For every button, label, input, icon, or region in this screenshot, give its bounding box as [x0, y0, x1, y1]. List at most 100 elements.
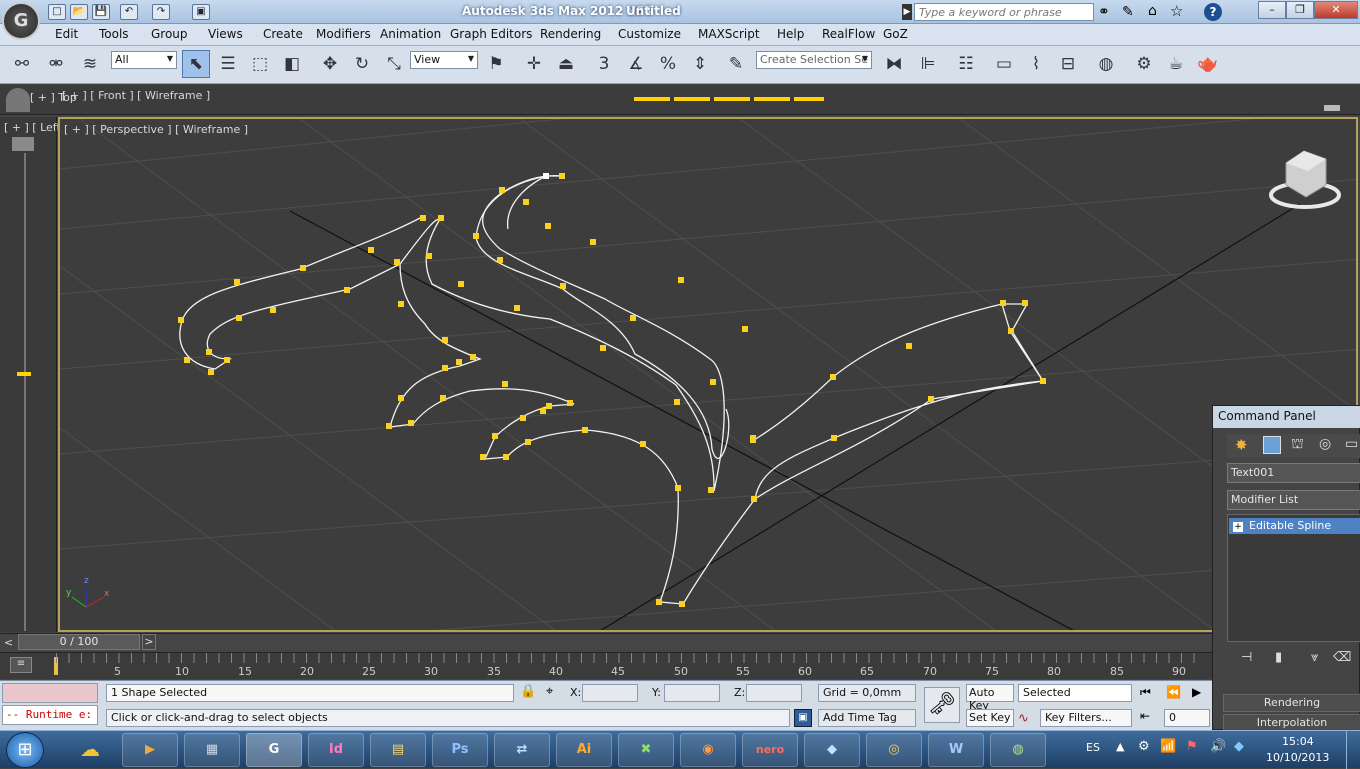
taskbar-app-chrome[interactable]: ◎: [866, 733, 922, 767]
help-icon[interactable]: ?: [1204, 3, 1222, 21]
time-slider-next-icon[interactable]: >: [142, 634, 156, 650]
maxscript-listener-input[interactable]: -- Runtime e:: [2, 705, 98, 725]
render-setup-icon[interactable]: ⚙: [1130, 50, 1158, 78]
taskbar-app-explorer[interactable]: ▤: [370, 733, 426, 767]
undo-icon[interactable]: ↶: [120, 4, 138, 20]
viewcube-top-icon[interactable]: [6, 88, 30, 112]
spline-vertices[interactable]: [178, 173, 1046, 607]
reference-coordinate-dropdown[interactable]: View: [410, 51, 478, 69]
mirror-icon[interactable]: ⧓: [880, 50, 908, 78]
close-button[interactable]: ✕: [1314, 1, 1358, 19]
left-viewport[interactable]: [ + ] [ Left: [0, 117, 61, 632]
track-bar[interactable]: ≡ 5 10 15 20 25 30 35 40 45 50 55 60 65 …: [0, 652, 1212, 679]
graphite-tools-icon[interactable]: ▭: [990, 50, 1018, 78]
rendered-frame-window-icon[interactable]: ☕: [1162, 50, 1190, 78]
menu-views[interactable]: Views: [208, 27, 243, 41]
add-time-tag-button[interactable]: Add Time Tag: [818, 709, 916, 727]
menu-maxscript[interactable]: MAXScript: [698, 27, 760, 41]
start-button[interactable]: ⊞: [6, 732, 44, 768]
pin-stack-icon[interactable]: ⊣: [1241, 650, 1252, 665]
language-indicator[interactable]: ES: [1086, 741, 1100, 754]
perspective-scene[interactable]: z x y: [60, 119, 1358, 632]
current-frame-field[interactable]: 0: [1164, 709, 1210, 727]
minimize-button[interactable]: –: [1258, 1, 1286, 19]
object-name-field[interactable]: Text001: [1227, 463, 1360, 483]
front-viewport-label[interactable]: [ + ] [ Front ] [ Wireframe ]: [62, 89, 210, 102]
redo-icon[interactable]: ↷: [152, 4, 170, 20]
key-curve-icon[interactable]: ∿: [1018, 711, 1029, 726]
stack-tools-row[interactable]: ⊣ ▮ ⩔ ⌫: [1227, 650, 1360, 668]
bind-spacewarp-icon[interactable]: ≋: [76, 50, 104, 78]
viewcube[interactable]: [1269, 150, 1341, 209]
rectangular-selection-icon[interactable]: ⬚: [246, 50, 274, 78]
z-coordinate-field[interactable]: [746, 684, 802, 702]
select-manipulate-icon[interactable]: ✛: [520, 50, 548, 78]
tray-arrow-icon[interactable]: ▲: [1116, 740, 1124, 753]
isolate-selection-icon[interactable]: ▣: [794, 709, 812, 727]
edit-named-selection-icon[interactable]: ✎: [722, 50, 750, 78]
previous-frame-icon[interactable]: ⏪: [1166, 685, 1181, 699]
clock-date[interactable]: 10/10/2013: [1266, 751, 1329, 764]
spline-text-shape[interactable]: [179, 175, 1045, 605]
maxscript-listener-top[interactable]: [2, 683, 98, 703]
auto-key-button[interactable]: Auto Key: [966, 684, 1014, 712]
taskbar-app-game[interactable]: ✖: [618, 733, 674, 767]
binoculars-icon[interactable]: ⚭: [1098, 4, 1110, 20]
menu-group[interactable]: Group: [151, 27, 188, 41]
make-unique-icon[interactable]: ⩔: [1311, 650, 1318, 665]
modify-tab-icon[interactable]: [1263, 436, 1281, 454]
select-scale-icon[interactable]: ⤡: [380, 50, 408, 78]
menu-graph-editors[interactable]: Graph Editors: [450, 27, 532, 41]
unlink-icon[interactable]: ⚮: [42, 50, 70, 78]
menu-rendering[interactable]: Rendering: [540, 27, 601, 41]
percent-snap-icon[interactable]: %: [654, 50, 682, 78]
action-center-icon[interactable]: ⚑: [1186, 739, 1198, 754]
search-expand-icon[interactable]: ▶: [902, 4, 912, 20]
taskbar-app-tool[interactable]: ◆: [804, 733, 860, 767]
taskbar-app-3dsmax[interactable]: G: [246, 733, 302, 767]
angle-snap-icon[interactable]: ∡: [622, 50, 650, 78]
new-file-icon[interactable]: □: [48, 4, 66, 20]
absolute-mode-icon[interactable]: ⌖: [546, 684, 553, 699]
stack-item-editable-spline[interactable]: + Editable Spline: [1229, 518, 1360, 534]
key-mode-dropdown[interactable]: Selected: [1018, 684, 1132, 702]
menu-modifiers[interactable]: Modifiers: [316, 27, 371, 41]
perspective-viewport[interactable]: z x y [ + ] [ Perspective ] [ Wireframe …: [58, 117, 1358, 632]
taskbar-app-calculator[interactable]: ▦: [184, 733, 240, 767]
layer-manager-icon[interactable]: ☷: [952, 50, 980, 78]
perspective-viewport-label[interactable]: [ + ] [ Perspective ] [ Wireframe ]: [64, 123, 248, 136]
menu-create[interactable]: Create: [263, 27, 303, 41]
subscription-icon[interactable]: ⌂: [1148, 3, 1157, 19]
menu-realflow[interactable]: RealFlow: [822, 27, 875, 41]
modifier-list-dropdown[interactable]: Modifier List: [1227, 490, 1360, 510]
key-mode-toggle-icon[interactable]: ⇤: [1140, 709, 1150, 723]
display-tab-icon[interactable]: ▭: [1345, 436, 1360, 454]
create-tab-icon[interactable]: ✸: [1235, 436, 1253, 454]
select-by-name-icon[interactable]: ☰: [214, 50, 242, 78]
show-desktop-button[interactable]: [1346, 731, 1360, 769]
favorites-star-icon[interactable]: ☆: [1170, 2, 1183, 20]
schematic-view-icon[interactable]: ⊟: [1054, 50, 1082, 78]
menu-customize[interactable]: Customize: [618, 27, 681, 41]
tools-icon[interactable]: ✎: [1122, 4, 1134, 20]
taskbar-app-nero[interactable]: nero: [742, 733, 798, 767]
named-selection-set-dropdown[interactable]: Create Selection Se: [756, 51, 872, 69]
volume-icon[interactable]: 🔊: [1210, 739, 1226, 754]
taskbar-app-indesign[interactable]: Id: [308, 733, 364, 767]
set-key-button[interactable]: Set Key: [966, 709, 1014, 727]
keyboard-shortcut-override-icon[interactable]: ⏏: [552, 50, 580, 78]
link-icon[interactable]: ⚯: [8, 50, 36, 78]
taskbar-app-photoshop[interactable]: Ps: [432, 733, 488, 767]
menu-animation[interactable]: Animation: [380, 27, 441, 41]
menu-help[interactable]: Help: [777, 27, 804, 41]
render-production-icon[interactable]: 🫖: [1194, 50, 1222, 78]
window-crossing-icon[interactable]: ◧: [278, 50, 306, 78]
dropbox-icon[interactable]: ◆: [1234, 739, 1244, 754]
y-coordinate-field[interactable]: [664, 684, 720, 702]
front-viewcube-icon[interactable]: [1324, 105, 1340, 111]
selection-filter-dropdown[interactable]: All: [111, 51, 177, 69]
select-rotate-icon[interactable]: ↻: [348, 50, 376, 78]
material-editor-icon[interactable]: ◍: [1092, 50, 1120, 78]
top-front-viewport-strip[interactable]: [ + ] Top [ + ] [ Front ] [ Wireframe ]: [0, 85, 1360, 115]
select-object-icon[interactable]: ⬉: [182, 50, 210, 78]
